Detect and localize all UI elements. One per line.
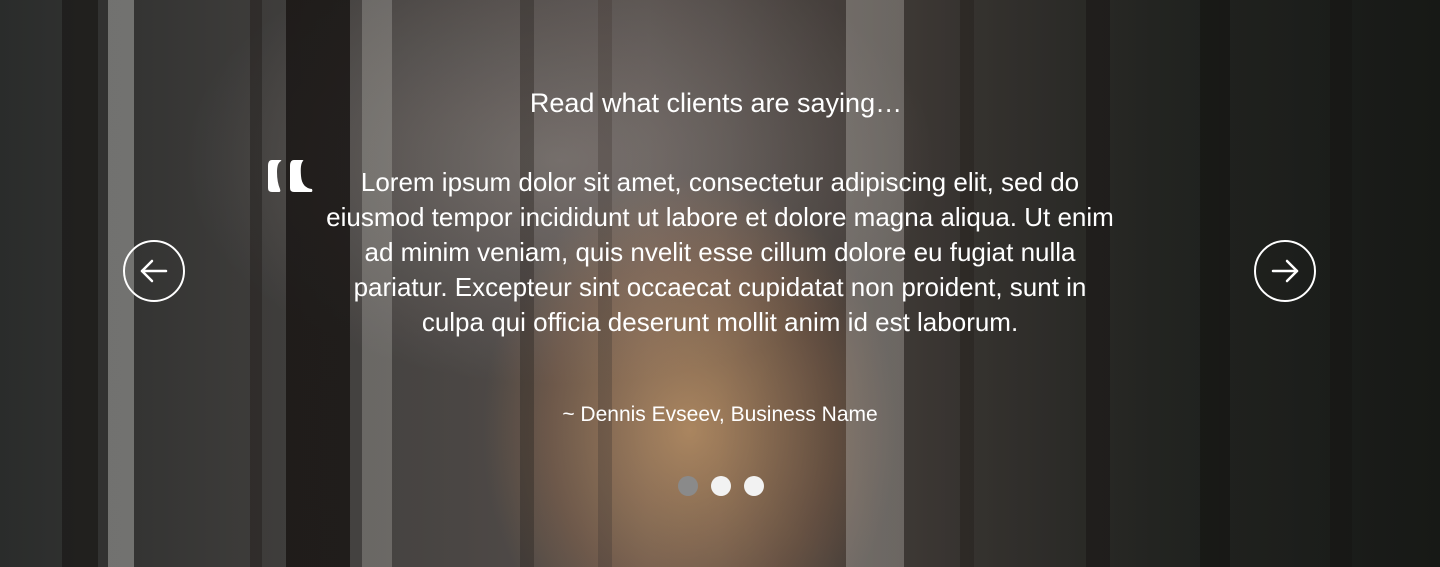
testimonial-quote: Lorem ipsum dolor sit amet, consectetur … xyxy=(326,167,1114,337)
previous-slide-button[interactable] xyxy=(123,240,185,302)
slide-pagination xyxy=(678,476,764,496)
slide-dot-3[interactable] xyxy=(744,476,764,496)
quote-mark-icon xyxy=(262,148,318,200)
arrow-right-icon xyxy=(1271,259,1299,283)
slide-dot-2[interactable] xyxy=(711,476,731,496)
slide-dot-1[interactable] xyxy=(678,476,698,496)
next-slide-button[interactable] xyxy=(1254,240,1316,302)
testimonial-author: ~ Dennis Evseev, Business Name xyxy=(562,403,878,426)
arrow-left-icon xyxy=(140,259,168,283)
testimonial-slider: Read what clients are saying… Lorem ipsu… xyxy=(0,0,1440,567)
section-heading: Read what clients are saying… xyxy=(529,88,903,118)
testimonials-section: Read what clients are saying… Lorem ipsu… xyxy=(0,0,1440,567)
